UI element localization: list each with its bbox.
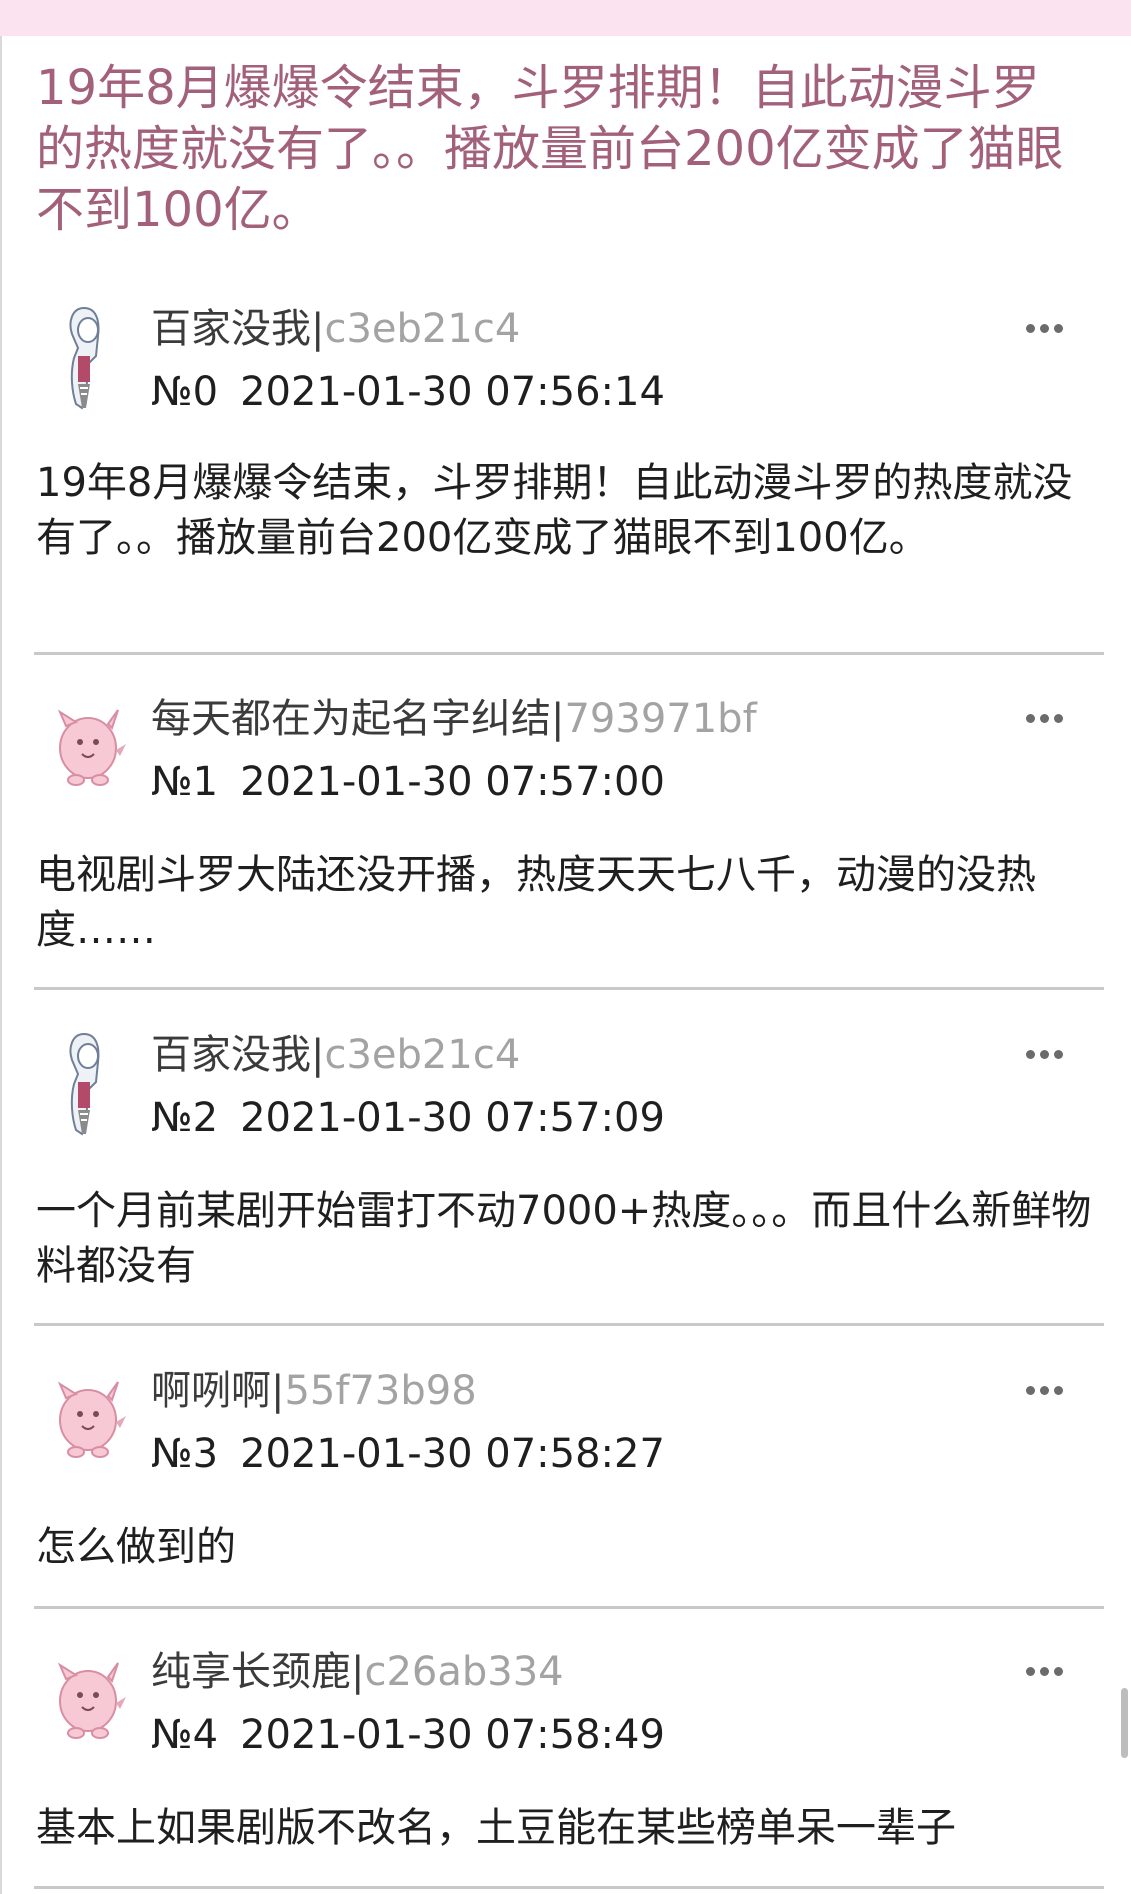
post-meta: №2 2021-01-30 07:57:09: [151, 1092, 665, 1144]
divider: [34, 987, 1104, 990]
divider: [34, 652, 1104, 655]
poster-line: 百家没我|c3eb21c4: [151, 1029, 520, 1081]
post-time: 2021-01-30 07:56:14: [240, 369, 665, 415]
poster-separator: |: [311, 1032, 325, 1078]
post-body: 一个月前某剧开始雷打不动7000+热度。。。而且什么新鲜物料都没有: [36, 1188, 1092, 1289]
divider: [34, 1886, 1104, 1889]
divider: [34, 1323, 1104, 1326]
poster-separator: |: [351, 1649, 365, 1695]
girl-avatar-icon[interactable]: [50, 1026, 130, 1138]
poster-line: 啊咧啊|55f73b98: [151, 1365, 477, 1417]
more-options-icon[interactable]: [1026, 1380, 1070, 1396]
post-meta: №4 2021-01-30 07:58:49: [151, 1709, 665, 1761]
thread-title: 19年8月爆爆令结束，斗罗排期！自此动漫斗罗的热度就没有了。。播放量前台200亿…: [36, 60, 1064, 238]
poster-id: 55f73b98: [284, 1368, 477, 1414]
poster-id: c26ab334: [364, 1649, 564, 1695]
poster-id: c3eb21c4: [324, 306, 521, 352]
poster-name[interactable]: 纯享长颈鹿: [151, 1649, 351, 1695]
more-options-icon[interactable]: [1026, 708, 1070, 724]
more-options-icon[interactable]: [1026, 1044, 1070, 1060]
pink-creature-avatar-icon[interactable]: [50, 690, 130, 802]
post-body: 怎么做到的: [36, 1524, 236, 1570]
post-time: 2021-01-30 07:57:09: [240, 1095, 665, 1141]
poster-separator: |: [271, 1368, 285, 1414]
more-options-icon[interactable]: [1026, 318, 1070, 334]
poster-name[interactable]: 每天都在为起名字纠结: [151, 696, 551, 742]
poster-line: 纯享长颈鹿|c26ab334: [151, 1646, 564, 1698]
page-left-border: [0, 36, 2, 1894]
pink-creature-avatar-icon[interactable]: [50, 1643, 130, 1755]
post-meta: №0 2021-01-30 07:56:14: [151, 366, 665, 418]
top-bar: [0, 0, 1131, 36]
post-number: №0: [151, 369, 219, 415]
poster-separator: |: [551, 696, 565, 742]
post-number: №4: [151, 1712, 219, 1758]
divider: [34, 1606, 1104, 1609]
poster-id: 793971bf: [564, 696, 757, 742]
post-number: №2: [151, 1095, 219, 1141]
post-body: 基本上如果剧版不改名，土豆能在某些榜单呆一辈子: [36, 1805, 956, 1851]
poster-line: 每天都在为起名字纠结|793971bf: [151, 693, 757, 745]
more-options-icon[interactable]: [1026, 1661, 1070, 1677]
post-meta: №1 2021-01-30 07:57:00: [151, 756, 665, 808]
scrollbar-thumb[interactable]: [1121, 1688, 1128, 1758]
post-time: 2021-01-30 07:58:49: [240, 1712, 665, 1758]
poster-name[interactable]: 百家没我: [151, 306, 311, 352]
girl-avatar-icon[interactable]: [50, 300, 130, 412]
post-body: 电视剧斗罗大陆还没开播，热度天天七八千，动漫的没热度……: [36, 852, 1036, 953]
post-meta: №3 2021-01-30 07:58:27: [151, 1428, 665, 1480]
poster-name[interactable]: 百家没我: [151, 1032, 311, 1078]
post-time: 2021-01-30 07:58:27: [240, 1431, 665, 1477]
post-number: №3: [151, 1431, 219, 1477]
poster-separator: |: [311, 306, 325, 352]
poster-id: c3eb21c4: [324, 1032, 521, 1078]
post-body: 19年8月爆爆令结束，斗罗排期！自此动漫斗罗的热度就没有了。。播放量前台200亿…: [36, 460, 1073, 561]
post-time: 2021-01-30 07:57:00: [240, 759, 665, 805]
post-number: №1: [151, 759, 219, 805]
poster-line: 百家没我|c3eb21c4: [151, 303, 520, 355]
poster-name[interactable]: 啊咧啊: [151, 1368, 271, 1414]
pink-creature-avatar-icon[interactable]: [50, 1362, 130, 1474]
